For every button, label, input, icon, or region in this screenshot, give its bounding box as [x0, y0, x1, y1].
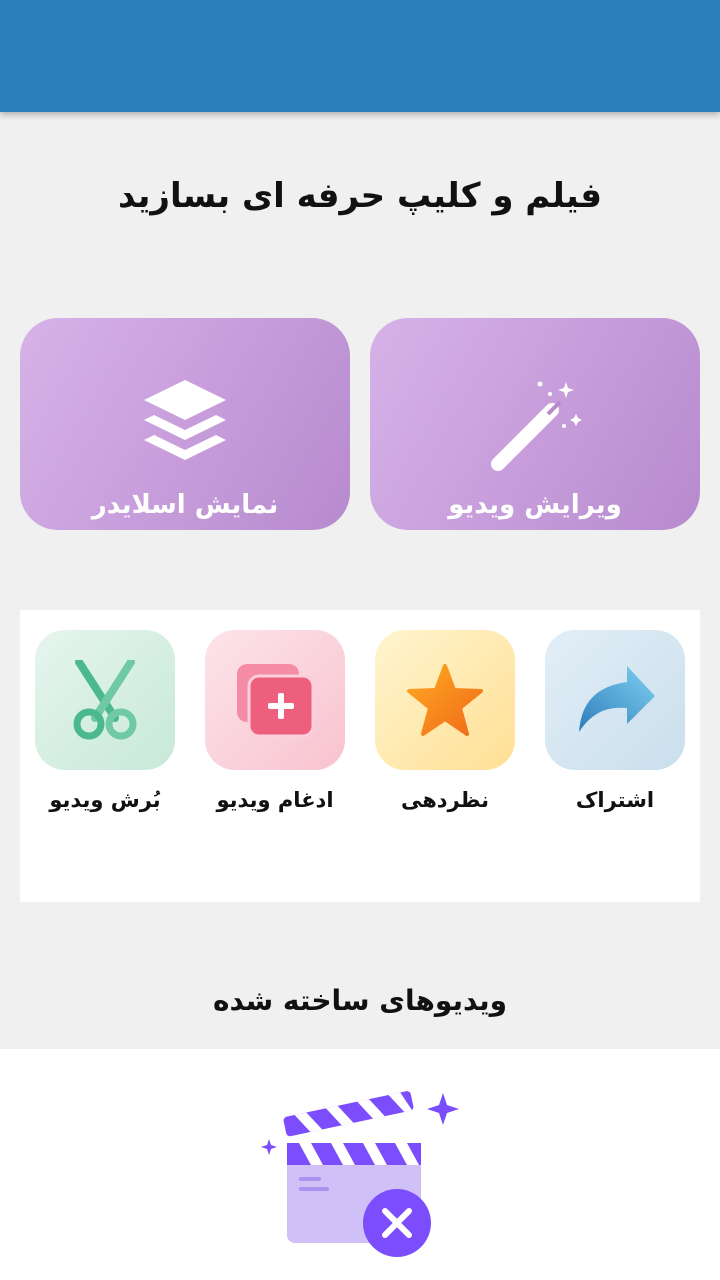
cut-tile[interactable]: [35, 630, 175, 770]
share-tool[interactable]: اشتراک: [545, 630, 685, 812]
share-tile[interactable]: [545, 630, 685, 770]
tools-panel: اشتراک نظردهی ادغام ویدیو بُرش ویدیو: [20, 610, 700, 902]
scissors-icon: [73, 660, 137, 740]
edit-video-card[interactable]: ویرایش ویدیو: [370, 318, 700, 530]
merge-label: ادغام ویدیو: [216, 788, 334, 812]
cut-label: بُرش ویدیو: [49, 788, 161, 812]
layers-icon: [144, 380, 226, 460]
merge-tile[interactable]: [205, 630, 345, 770]
page-headline: فیلم و کلیپ حرفه ای بسازید: [118, 176, 602, 216]
merge-add-icon: [237, 664, 315, 738]
magic-wand-icon: [491, 381, 582, 471]
videos-section-title: ویدیوهای ساخته شده: [212, 984, 508, 1017]
videos-panel: [0, 1049, 720, 1280]
star-icon: [407, 664, 483, 736]
share-label: اشتراک: [575, 788, 655, 812]
share-arrow-icon: [579, 666, 655, 732]
edit-video-label: ویرایش ویدیو: [448, 490, 622, 520]
merge-tool[interactable]: ادغام ویدیو: [205, 630, 345, 812]
cut-tool[interactable]: بُرش ویدیو: [35, 630, 175, 812]
rate-tool[interactable]: نظردهی: [375, 630, 515, 812]
slideshow-label: نمایش اسلایدر: [91, 490, 279, 520]
app-bar: [0, 0, 720, 112]
clapperboard-empty-icon: [261, 1091, 459, 1257]
slideshow-card[interactable]: نمایش اسلایدر: [20, 318, 350, 530]
rate-label: نظردهی: [401, 788, 489, 812]
rate-tile[interactable]: [375, 630, 515, 770]
